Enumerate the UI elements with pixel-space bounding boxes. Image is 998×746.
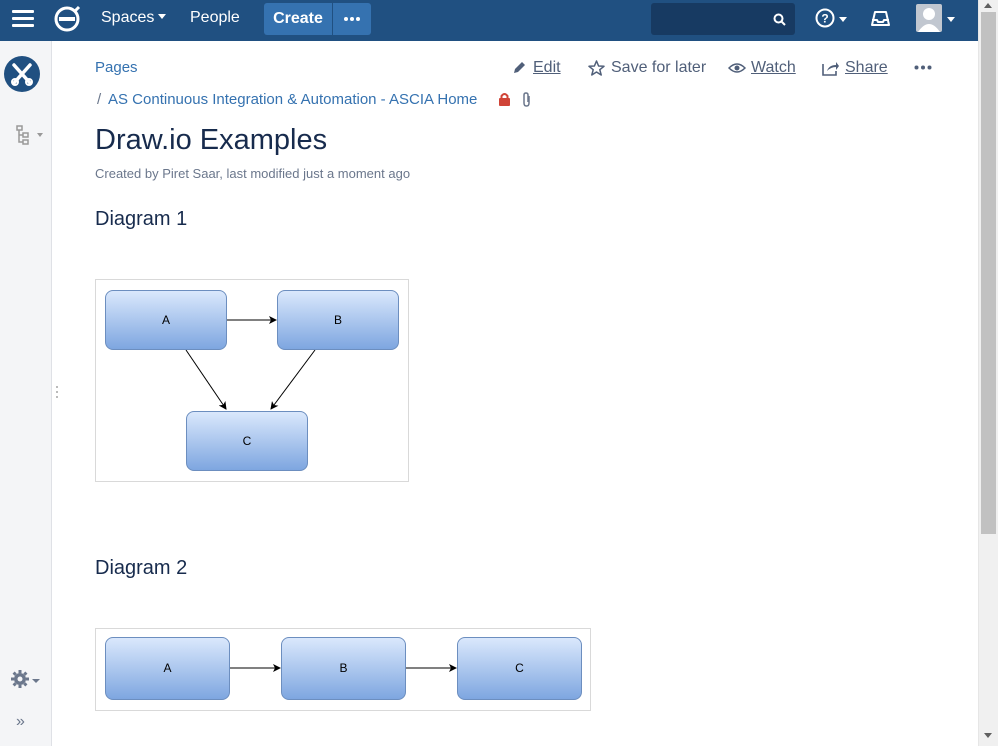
diagram2-heading: Diagram 2 (95, 557, 188, 579)
watch-label: Watch (751, 59, 796, 76)
sidebar-resize-handle[interactable] (56, 386, 59, 401)
lock-icon[interactable] (498, 92, 511, 107)
ellipsis-icon (914, 65, 932, 70)
breadcrumb-home-link[interactable]: AS Continuous Integration & Automation -… (108, 91, 477, 108)
spaces-menu[interactable]: Spaces (101, 9, 167, 27)
star-icon (588, 60, 605, 76)
user-avatar-icon[interactable] (916, 4, 942, 32)
edit-label: Edit (533, 59, 561, 76)
search-icon (773, 13, 786, 26)
scroll-down-icon[interactable] (984, 733, 992, 738)
diagram-2-node-a[interactable]: A (105, 637, 230, 700)
top-navigation-bar: Spaces People Create ? (0, 0, 978, 41)
space-logo-icon[interactable] (4, 56, 40, 92)
help-icon[interactable]: ? (815, 8, 835, 28)
diagram1-heading: Diagram 1 (95, 208, 188, 230)
diagram-1-node-b[interactable]: B (277, 290, 399, 350)
app-logo-icon[interactable] (53, 5, 81, 33)
page-tree-icon[interactable] (16, 125, 30, 145)
notifications-icon[interactable] (870, 9, 891, 27)
spaces-label: Spaces (101, 9, 155, 26)
share-icon (822, 62, 839, 76)
breadcrumb-pages-link[interactable]: Pages (95, 59, 138, 76)
chevron-down-icon (32, 679, 40, 683)
page-byline: Created by Piret Saar, last modified jus… (95, 166, 411, 181)
share-label: Share (845, 59, 888, 76)
people-link[interactable]: People (190, 9, 240, 27)
diagram-1-node-a[interactable]: A (105, 290, 227, 350)
pencil-icon (514, 62, 525, 73)
scrollbar[interactable] (978, 0, 998, 746)
diagram-2[interactable]: A B C (95, 628, 591, 711)
diagram-1-node-c[interactable]: C (186, 411, 308, 471)
save-for-later-label: Save for later (611, 59, 707, 76)
chevron-down-icon (37, 133, 43, 137)
eye-icon (728, 63, 746, 73)
edge-b-c (270, 349, 316, 410)
diagram-2-node-b[interactable]: B (281, 637, 406, 700)
page-title: Draw.io Examples (95, 124, 328, 156)
menu-icon[interactable] (12, 10, 34, 30)
scroll-up-icon[interactable] (984, 3, 992, 8)
breadcrumb-separator: / (97, 91, 102, 108)
diagram-1[interactable]: A B C (95, 279, 409, 482)
scrollbar-thumb[interactable] (981, 12, 996, 534)
chevron-down-icon (839, 17, 847, 22)
diagram-2-node-c[interactable]: C (457, 637, 582, 700)
create-button[interactable]: Create (264, 3, 332, 35)
edge-a-c (185, 349, 227, 410)
paperclip-icon[interactable] (521, 92, 532, 108)
chevron-down-icon (158, 14, 167, 19)
chevron-down-icon (947, 17, 955, 22)
svg-text:?: ? (821, 12, 828, 26)
search-input[interactable] (651, 3, 795, 35)
space-sidebar: » (0, 41, 52, 746)
expand-sidebar-icon[interactable]: » (16, 713, 25, 731)
gear-icon[interactable] (10, 669, 30, 689)
ellipsis-icon[interactable] (333, 3, 371, 35)
